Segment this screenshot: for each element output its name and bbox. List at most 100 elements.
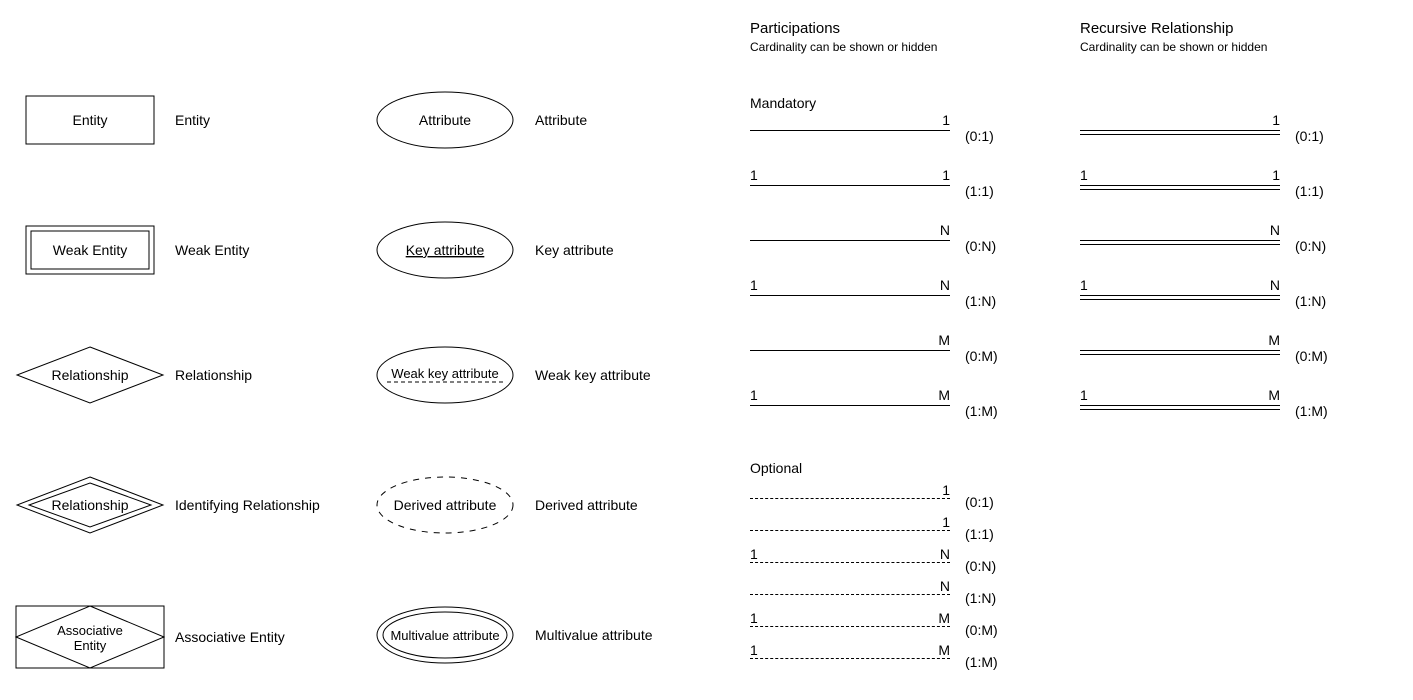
recursive-line-top — [1080, 295, 1280, 296]
participation-line — [750, 240, 950, 241]
recursive-row: 1M(1:M) — [1080, 405, 1350, 435]
cardinality-right: M — [938, 332, 950, 348]
cardinality-label: (1:1) — [965, 526, 994, 542]
participation-mandatory-row: 1(0:1) — [750, 130, 1020, 160]
participation-mandatory-row: 1N(1:N) — [750, 295, 1020, 325]
cardinality-label: (1:M) — [965, 403, 998, 419]
recursive-line-top — [1080, 240, 1280, 241]
cardinality-right: 1 — [942, 112, 950, 128]
cardinality-label: (0:M) — [1295, 348, 1328, 364]
associative-entity-symbol-row: Associative Entity Associative Entity — [15, 605, 285, 669]
participations-title: Participations — [750, 20, 840, 37]
cardinality-label: (0:M) — [965, 348, 998, 364]
cardinality-left: 1 — [1080, 387, 1088, 403]
participation-optional-row: N(1:N) — [750, 594, 1020, 624]
svg-text:Associative: Associative — [57, 623, 123, 638]
participation-line-dashed — [750, 626, 950, 627]
participation-mandatory-row: 1M(1:M) — [750, 405, 1020, 435]
key-attribute-symbol-text: Key attribute — [406, 242, 485, 258]
participation-line — [750, 185, 950, 186]
cardinality-right: N — [1270, 222, 1280, 238]
multivalue-attribute-symbol-row: Multivalue attribute Multivalue attribut… — [375, 605, 653, 665]
identifying-relationship-symbol-text: Relationship — [51, 497, 128, 513]
cardinality-left: 1 — [750, 277, 758, 293]
multivalue-attribute-symbol: Multivalue attribute — [375, 605, 515, 665]
cardinality-label: (0:M) — [965, 622, 998, 638]
identifying-relationship-symbol: Relationship — [15, 475, 165, 535]
recursive-subtitle: Cardinality can be shown or hidden — [1080, 40, 1267, 54]
multivalue-attribute-label: Multivalue attribute — [535, 627, 653, 643]
attribute-symbol-row: Attribute Attribute — [375, 90, 587, 150]
cardinality-right: 1 — [942, 167, 950, 183]
derived-attribute-symbol: Derived attribute — [375, 475, 515, 535]
cardinality-right: M — [1268, 387, 1280, 403]
weak-entity-label: Weak Entity — [175, 242, 249, 258]
cardinality-left: 1 — [750, 642, 758, 658]
cardinality-label: (1:N) — [965, 590, 996, 606]
recursive-line-top — [1080, 130, 1280, 131]
derived-attribute-symbol-text: Derived attribute — [394, 497, 497, 513]
cardinality-right: N — [1270, 277, 1280, 293]
cardinality-right: 1 — [1272, 112, 1280, 128]
weak-key-attribute-symbol: Weak key attribute — [375, 345, 515, 405]
relationship-label: Relationship — [175, 367, 252, 383]
cardinality-label: (1:1) — [1295, 183, 1324, 199]
weak-key-attribute-symbol-text: Weak key attribute — [391, 366, 498, 381]
recursive-line-bottom — [1080, 354, 1280, 355]
cardinality-right: 1 — [942, 482, 950, 498]
cardinality-right: N — [940, 277, 950, 293]
participation-line — [750, 130, 950, 131]
participation-line-dashed — [750, 530, 950, 531]
cardinality-left: 1 — [1080, 277, 1088, 293]
participation-line-dashed — [750, 594, 950, 595]
recursive-line-bottom — [1080, 134, 1280, 135]
cardinality-label: (0:1) — [1295, 128, 1324, 144]
key-attribute-symbol-row: Key attribute Key attribute — [375, 220, 614, 280]
cardinality-label: (1:M) — [965, 654, 998, 670]
relationship-symbol-row: Relationship Relationship — [15, 345, 252, 405]
cardinality-label: (1:M) — [1295, 403, 1328, 419]
key-attribute-symbol: Key attribute — [375, 220, 515, 280]
cardinality-label: (0:N) — [965, 558, 996, 574]
recursive-title: Recursive Relationship — [1080, 20, 1233, 37]
cardinality-left: 1 — [750, 610, 758, 626]
weak-entity-symbol-row: Weak Entity Weak Entity — [25, 225, 249, 275]
cardinality-left: 1 — [1080, 167, 1088, 183]
participation-line — [750, 350, 950, 351]
relationship-symbol-text: Relationship — [51, 367, 128, 383]
identifying-relationship-label: Identifying Relationship — [175, 497, 320, 513]
participation-line — [750, 295, 950, 296]
cardinality-right: 1 — [1272, 167, 1280, 183]
entity-symbol-row: Entity Entity — [25, 95, 210, 145]
associative-entity-symbol: Associative Entity — [15, 605, 165, 669]
recursive-line-top — [1080, 185, 1280, 186]
relationship-symbol: Relationship — [15, 345, 165, 405]
attribute-symbol-text: Attribute — [419, 112, 471, 128]
identifying-relationship-symbol-row: Relationship Identifying Relationship — [15, 475, 320, 535]
recursive-line-bottom — [1080, 299, 1280, 300]
participations-subtitle: Cardinality can be shown or hidden — [750, 40, 937, 54]
weak-entity-symbol: Weak Entity — [25, 225, 155, 275]
cardinality-right: 1 — [942, 514, 950, 530]
cardinality-label: (1:N) — [965, 293, 996, 309]
optional-label: Optional — [750, 460, 802, 476]
cardinality-label: (0:1) — [965, 128, 994, 144]
key-attribute-label: Key attribute — [535, 242, 614, 258]
cardinality-label: (0:N) — [1295, 238, 1326, 254]
participation-mandatory-row: M(0:M) — [750, 350, 1020, 380]
recursive-line-bottom — [1080, 189, 1280, 190]
participation-line — [750, 405, 950, 406]
entity-label: Entity — [175, 112, 210, 128]
entity-symbol: Entity — [25, 95, 155, 145]
recursive-row: M(0:M) — [1080, 350, 1350, 380]
cardinality-left: 1 — [750, 387, 758, 403]
recursive-row: 11(1:1) — [1080, 185, 1350, 215]
derived-attribute-label: Derived attribute — [535, 497, 638, 513]
cardinality-right: M — [1268, 332, 1280, 348]
participation-line-dashed — [750, 498, 950, 499]
cardinality-right: N — [940, 546, 950, 562]
cardinality-right: N — [940, 222, 950, 238]
cardinality-label: (1:N) — [1295, 293, 1326, 309]
participation-optional-row: 1N(0:N) — [750, 562, 1020, 592]
recursive-line-top — [1080, 350, 1280, 351]
